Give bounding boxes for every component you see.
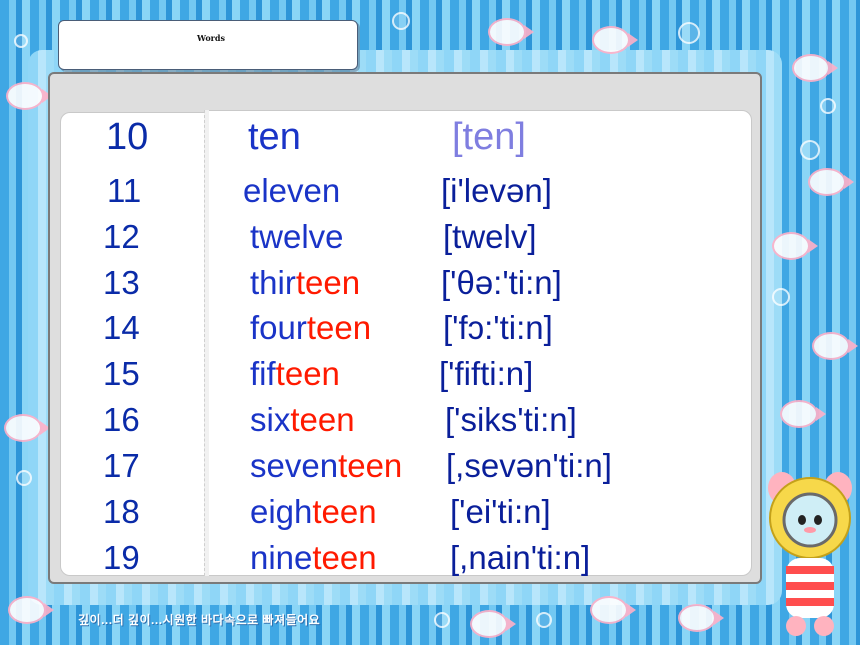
fish-icon xyxy=(792,54,838,82)
number-10: 10 xyxy=(106,116,149,158)
word-17: seventeen xyxy=(250,449,402,482)
word-12: twelve xyxy=(250,218,344,255)
fish-icon xyxy=(8,596,54,624)
fish-icon xyxy=(590,596,636,624)
teen-suffix: teen xyxy=(312,493,377,530)
number-14: 14 xyxy=(103,309,140,346)
bubble-decoration xyxy=(772,288,790,306)
book-spine xyxy=(204,110,209,576)
word-prefix: seven xyxy=(250,447,339,484)
word-prefix: thir xyxy=(250,264,296,301)
word-18: eighteen xyxy=(250,495,377,528)
word-15: fifteen xyxy=(250,357,340,390)
phonetic-19: [,nain'ti:n] xyxy=(450,539,591,576)
bubble-decoration xyxy=(678,22,700,44)
word-19: nineteen xyxy=(250,541,377,574)
phonetic-18: ['ei'ti:n] xyxy=(450,493,551,530)
fish-icon xyxy=(488,18,534,46)
number-12: 12 xyxy=(103,218,140,255)
teen-suffix: teen xyxy=(275,355,340,392)
phonetic-10: [ten] xyxy=(452,116,526,158)
number-17: 17 xyxy=(103,447,140,484)
number-16: 16 xyxy=(103,401,140,438)
teen-suffix: teen xyxy=(295,264,361,301)
bubble-decoration xyxy=(14,34,28,48)
bottom-caption: 깊이...더 깊이...시원한 바다속으로 빠져들어요 xyxy=(78,613,321,627)
fish-icon xyxy=(592,26,638,54)
slide-title: Words xyxy=(197,33,225,43)
phonetic-17: [,sevən'ti:n] xyxy=(446,447,612,484)
fish-icon xyxy=(772,232,818,260)
word-prefix: four xyxy=(250,309,307,346)
fish-icon xyxy=(678,604,724,632)
fish-icon xyxy=(4,414,50,442)
bubble-decoration xyxy=(16,470,32,486)
teen-suffix: teen xyxy=(306,309,372,346)
phonetic-11: [i'levən] xyxy=(441,172,552,209)
number-18: 18 xyxy=(103,493,140,530)
fish-icon xyxy=(470,610,516,638)
teen-suffix: teen xyxy=(290,401,355,438)
number-19: 19 xyxy=(103,539,140,576)
diver-mascot-illustration xyxy=(768,472,852,636)
teen-suffix: teen xyxy=(312,539,377,576)
phonetic-16: ['siks'ti:n] xyxy=(445,401,577,438)
title-box: Words xyxy=(58,20,358,70)
word-13: thirteen xyxy=(250,266,360,299)
bubble-decoration xyxy=(536,612,552,628)
word-16: sixteen xyxy=(250,403,355,436)
fish-icon xyxy=(812,332,858,360)
phonetic-12: [twelv] xyxy=(443,218,537,255)
bubble-decoration xyxy=(800,140,820,160)
phonetic-13: ['θə:'ti:n] xyxy=(441,264,562,301)
fish-icon xyxy=(780,400,826,428)
number-13: 13 xyxy=(103,264,140,301)
phonetic-14: ['fɔ:'ti:n] xyxy=(443,309,553,346)
phonetic-15: ['fifti:n] xyxy=(439,355,534,392)
word-11: eleven xyxy=(243,172,341,209)
word-14: fourteen xyxy=(250,311,371,344)
fish-icon xyxy=(808,168,854,196)
word-stem: ten xyxy=(248,116,301,158)
teen-suffix: teen xyxy=(338,447,403,484)
word-prefix: six xyxy=(250,401,291,438)
word-10: ten xyxy=(248,118,301,156)
fish-icon xyxy=(6,82,52,110)
number-11: 11 xyxy=(107,172,142,209)
number-15: 15 xyxy=(103,355,140,392)
word-prefix: fif xyxy=(250,355,276,392)
bubble-decoration xyxy=(820,98,836,114)
word-prefix: nine xyxy=(250,539,313,576)
bubble-decoration xyxy=(434,612,450,628)
word-prefix: eigh xyxy=(250,493,313,530)
bubble-decoration xyxy=(392,12,410,30)
